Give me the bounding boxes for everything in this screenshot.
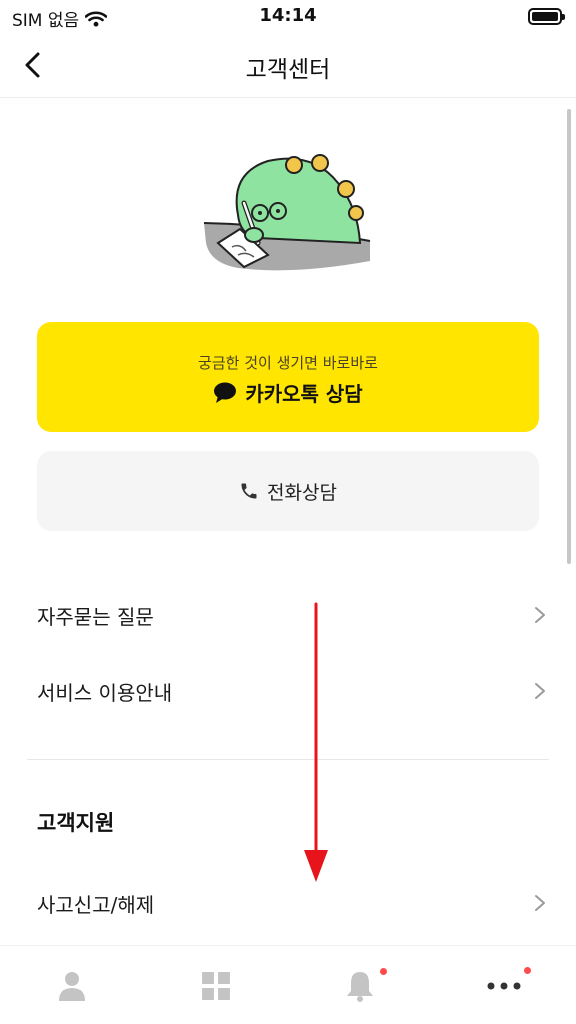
nav-bar: 고객센터 [0,34,576,98]
phone-icon [241,483,257,499]
kakaotalk-consult-button[interactable]: 궁금한 것이 생기면 바로바로 카카오톡 상담 [37,322,539,432]
scrollbar[interactable] [567,109,571,564]
section-divider [27,759,549,760]
menu-item-accident-report[interactable]: 사고신고/해제 [37,878,547,928]
notification-badge-dot [380,968,387,975]
kakaotalk-subtitle: 궁금한 것이 생기면 바로바로 [198,354,378,372]
chat-bubble-icon [214,382,237,403]
kakaotalk-label-row: 카카오톡 상담 [37,378,539,407]
menu-item-service-guide[interactable]: 서비스 이용안내 [37,666,547,716]
status-bar: SIM 없음 14:14 [0,0,576,34]
tab-notifications[interactable] [288,946,432,1024]
chevron-right-icon [535,683,545,699]
phone-consult-label: 전화상담 [267,481,337,504]
swipe-down-arrow-overlay [304,602,328,882]
chevron-right-icon [535,607,545,623]
more-icon [487,982,521,989]
content-scroll[interactable]: 궁금한 것이 생기면 바로바로 카카오톡 상담 전화상담 자주묻는 질문 서비스… [0,99,576,945]
battery-icon [528,8,565,25]
tab-menu-grid[interactable] [144,946,288,1024]
menu-item-faq[interactable]: 자주묻는 질문 [37,590,547,640]
section-title-support: 고객지원 [37,811,115,835]
menu-item-label: 서비스 이용안내 [37,680,173,705]
more-badge-dot [524,967,531,974]
bottom-tab-bar [0,945,576,1024]
phone-consult-button[interactable]: 전화상담 [37,451,539,531]
grid-icon [202,971,230,1000]
menu-item-label: 자주묻는 질문 [37,604,154,629]
dinosaur-mascot-illustration [203,154,371,271]
kakaotalk-label: 카카오톡 상담 [245,382,363,406]
tab-profile[interactable] [0,946,144,1024]
menu-item-label: 사고신고/해제 [37,892,155,917]
page-title: 고객센터 [245,57,331,83]
status-time: 14:14 [259,5,317,26]
person-icon [59,971,85,1001]
bell-icon [347,971,373,1002]
tab-more[interactable] [432,946,576,1024]
chevron-right-icon [535,895,545,911]
